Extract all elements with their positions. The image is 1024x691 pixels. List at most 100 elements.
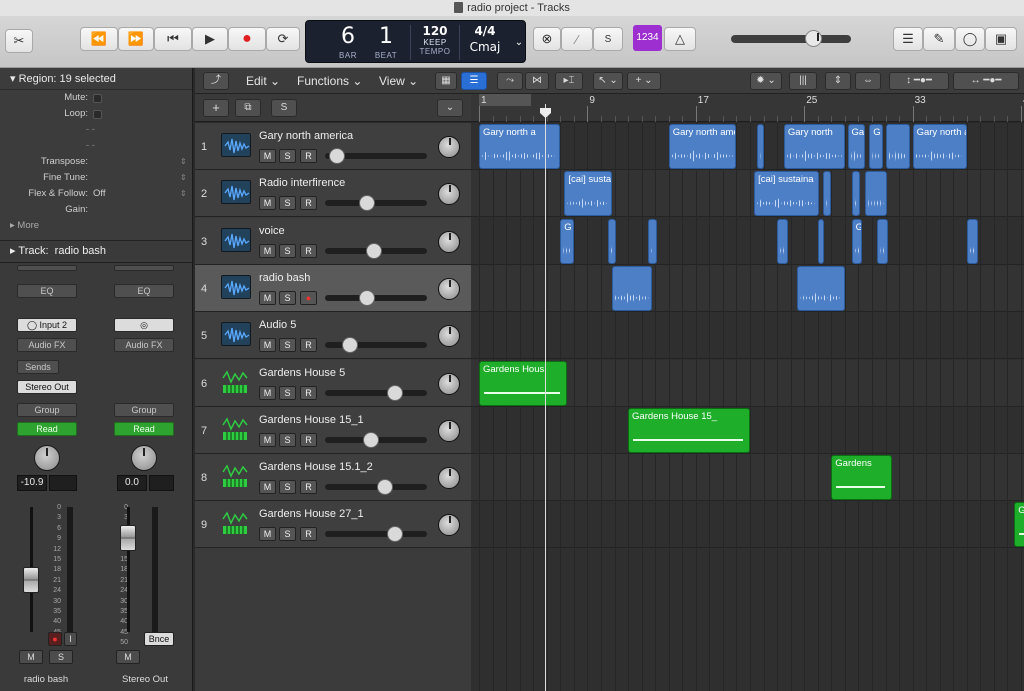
track-inspector-header[interactable]: ▸ Track: radio bash [0,240,192,260]
audio-fx-slot[interactable]: Audio FX [17,338,77,352]
record-button[interactable]: ● [228,27,266,51]
audio-region[interactable] [877,218,889,264]
record-enable-button[interactable]: R [300,243,317,258]
audio-region[interactable] [823,171,832,217]
lcd-display[interactable]: 6 BAR 1 BEAT 120 KEEP TEMPO 4/4 Cmaj ⌄ [305,20,526,63]
vertical-zoom-slider[interactable]: ↕ ━●━ [889,72,949,90]
mute-button[interactable]: M [259,385,276,400]
audio-region[interactable]: [cai] sustai [564,171,612,217]
cycle-button[interactable]: ⟳ [266,27,300,51]
volume-value[interactable]: 0.0 [117,475,147,491]
region-param-row[interactable]: Gain: [0,202,192,218]
audio-fx-slot[interactable]: Audio FX [114,338,174,352]
record-enable-button[interactable]: ● [300,290,317,305]
count-in-button[interactable]: 1234 [633,25,662,51]
track-volume-slider[interactable] [325,148,427,164]
link-icon[interactable]: ◎ [114,318,174,332]
stepper-icon[interactable]: ⇕ [180,186,187,202]
mute-button[interactable]: M [259,527,276,542]
record-enable-button[interactable]: R [300,196,317,211]
rewind-button[interactable]: ⏪ [80,27,118,51]
more-disclosure[interactable]: ▸ More [0,218,192,234]
mute-button[interactable]: M [259,243,276,258]
track-volume-slider[interactable] [325,384,427,401]
pan-knob[interactable] [438,183,460,206]
record-enable-button[interactable]: R [300,385,317,400]
volume-knob[interactable] [377,479,393,496]
stepper-icon[interactable]: ⇕ [180,154,187,170]
midi-region[interactable]: Gardens House 15_ [628,407,750,453]
track-lane[interactable] [471,501,1024,549]
marquee-tool-icon[interactable]: + ⌄ [627,72,661,90]
volume-knob[interactable] [805,30,822,47]
track-volume-slider[interactable] [325,431,427,448]
playhead[interactable] [545,104,546,691]
record-enable-button[interactable]: R [300,527,317,542]
audio-region[interactable] [777,218,788,264]
track-lane[interactable] [471,170,1024,218]
track-name[interactable]: Gary north america [259,130,353,142]
track-name[interactable]: radio bash [259,272,310,284]
solo-button[interactable]: S [279,243,296,258]
audio-region[interactable]: Gary north a [479,124,561,169]
list-editors-icon[interactable]: ☰ [893,27,923,51]
region-param-row[interactable]: - - [0,138,192,154]
pan-knob[interactable] [438,467,460,490]
audio-region[interactable]: Gary north amer [668,124,737,169]
bounce-button[interactable]: Bnce [144,632,174,646]
play-button[interactable]: ▶ [192,27,228,51]
list-view-icon[interactable]: ☰ [461,72,487,90]
eq-button[interactable]: EQ [17,284,77,298]
automation-mode[interactable]: Read [17,422,77,436]
eq-button[interactable]: EQ [114,284,174,298]
audio-region[interactable]: Ga [847,124,866,169]
param-value[interactable]: Off [93,186,106,202]
volume-knob[interactable] [387,526,403,543]
track-menu-icon[interactable]: ⌄ [437,99,463,117]
group-slot[interactable]: Group [17,403,77,417]
track-header[interactable]: 2 Radio interfirence M S R [195,170,471,218]
region-header[interactable]: ▾ Region: 19 selected [0,68,192,90]
mute-button[interactable]: M [259,432,276,447]
region-param-row[interactable]: - - [0,122,192,138]
record-enable-button[interactable]: R [300,480,317,495]
input-monitor-button[interactable]: I [64,632,77,646]
mute-button[interactable]: M [19,650,43,664]
midi-region[interactable]: Gardens Hous [479,360,568,406]
track-lane[interactable] [471,264,1024,312]
go-to-start-button[interactable]: ⏮ [154,27,192,51]
solo-button[interactable]: S [279,527,296,542]
pan-knob[interactable] [34,445,60,471]
volume-knob[interactable] [387,384,403,401]
record-enable-button[interactable]: R [300,149,317,163]
pan-knob[interactable] [438,514,460,537]
audio-region[interactable] [817,218,824,264]
audio-region[interactable]: Gary north [783,124,845,169]
settings-icon[interactable]: ✹ ⌄ [750,72,782,90]
arrange-area[interactable]: Gary north a Gary north amer Gary north Ga G… [471,123,1024,691]
view-menu[interactable]: View ⌄ [379,73,418,89]
mute-button[interactable]: M [259,338,276,353]
catch-icon[interactable]: ▸⌶ [555,72,583,90]
audio-region[interactable]: [cai] sustaina [754,171,820,217]
volume-knob[interactable] [363,431,379,448]
track-volume-slider[interactable] [325,195,427,212]
track-header[interactable]: 4 radio bash M S ● [195,264,471,312]
volume-knob[interactable] [329,148,345,164]
track-volume-slider[interactable] [325,526,427,543]
track-name[interactable]: voice [259,225,285,237]
track-header[interactable]: 5 Audio 5 MSR [195,312,471,360]
record-enable-button[interactable]: ● [48,632,62,646]
audio-region[interactable] [756,124,764,169]
track-header[interactable]: 7 Gardens House 15_1 M S R [195,406,471,454]
region-param-row[interactable]: Loop: [0,106,192,122]
global-solo-button[interactable]: S [271,99,297,117]
track-name[interactable]: Audio 5 [259,319,296,331]
mute-button[interactable]: M [259,196,276,211]
solo-button[interactable]: S [279,196,296,211]
volume-knob[interactable] [342,337,358,354]
track-volume-slider[interactable] [325,242,427,259]
mute-button[interactable]: M [259,290,276,305]
master-volume-slider[interactable] [731,30,851,47]
automation-mode[interactable]: Read [114,422,174,436]
